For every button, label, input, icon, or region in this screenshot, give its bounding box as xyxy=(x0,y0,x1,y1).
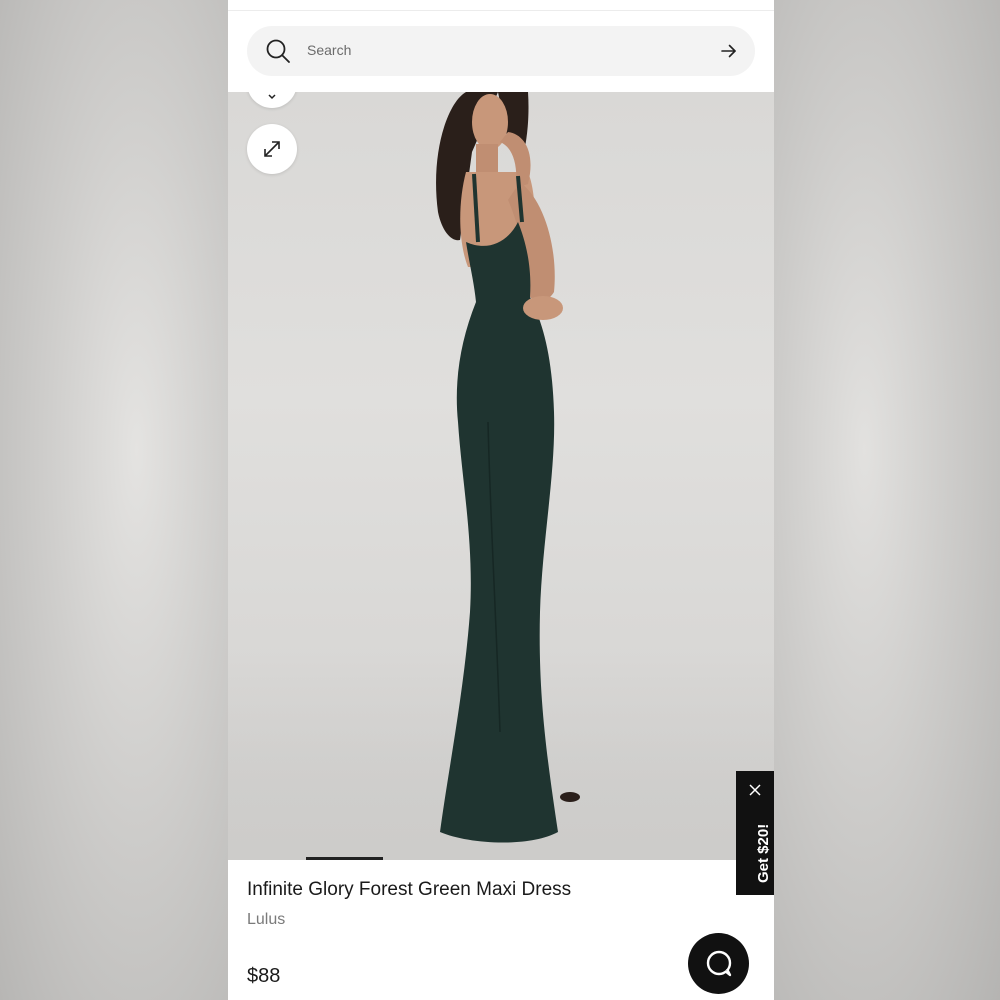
header-divider xyxy=(228,10,774,11)
background-blur-left xyxy=(0,0,228,1000)
product-brand[interactable]: Lulus xyxy=(247,911,285,929)
chat-button[interactable] xyxy=(688,933,749,994)
arrow-right-icon[interactable] xyxy=(719,41,739,61)
search-bar[interactable]: Search xyxy=(247,26,755,76)
promo-tab[interactable]: Get $20! xyxy=(736,771,774,895)
product-title: Infinite Glory Forest Green Maxi Dress xyxy=(247,879,572,900)
close-icon[interactable] xyxy=(748,783,762,797)
search-icon xyxy=(266,39,290,63)
chat-bubble-icon xyxy=(706,950,731,976)
product-price: $88 xyxy=(247,965,281,987)
carousel-indicator xyxy=(306,857,383,860)
search-input[interactable]: Search xyxy=(307,42,351,58)
product-page: Search Infinite Glory Forest Green Maxi … xyxy=(228,0,774,1000)
expand-image-button[interactable] xyxy=(247,124,297,174)
promo-label: Get $20! xyxy=(755,823,772,883)
background-blur-right xyxy=(774,0,1000,1000)
product-image[interactable] xyxy=(228,92,774,860)
model-photo xyxy=(436,92,580,843)
expand-icon xyxy=(264,141,280,157)
zoom-button[interactable] xyxy=(247,92,297,108)
chevron-down-icon xyxy=(268,94,276,100)
